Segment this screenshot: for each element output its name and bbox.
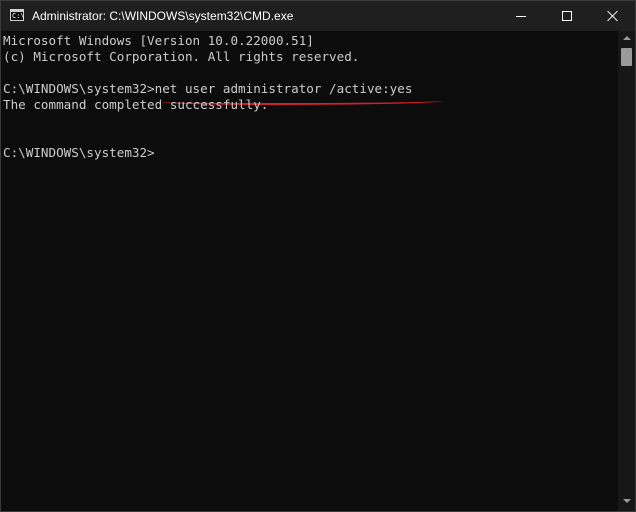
- scroll-up-arrow-icon[interactable]: [623, 36, 631, 40]
- console-line-version: Microsoft Windows [Version 10.0.22000.51…: [3, 33, 314, 48]
- console-line-result: The command completed successfully.: [3, 97, 269, 112]
- console-line-copyright: (c) Microsoft Corporation. All rights re…: [3, 49, 360, 64]
- close-button[interactable]: [590, 1, 635, 31]
- cmd-window: C:\ Administrator: C:\WINDOWS\system32\C…: [0, 0, 636, 512]
- cmd-icon-glyph: C:\: [12, 12, 25, 20]
- console-line-prompt[interactable]: C:\WINDOWS\system32>: [3, 145, 155, 161]
- window-title: Administrator: C:\WINDOWS\system32\CMD.e…: [32, 9, 294, 23]
- minimize-button[interactable]: [498, 1, 544, 31]
- minimize-icon: [516, 16, 526, 17]
- scroll-thumb[interactable]: [621, 48, 632, 66]
- maximize-icon: [562, 11, 572, 21]
- console-line-command: C:\WINDOWS\system32>net user administrat…: [3, 81, 413, 96]
- title-bar[interactable]: C:\ Administrator: C:\WINDOWS\system32\C…: [1, 1, 635, 31]
- close-icon: [607, 10, 619, 22]
- cmd-icon: C:\: [10, 9, 25, 21]
- scroll-down-arrow-icon[interactable]: [623, 499, 631, 503]
- console-output[interactable]: Microsoft Windows [Version 10.0.22000.51…: [1, 31, 618, 511]
- maximize-button[interactable]: [544, 1, 590, 31]
- vertical-scrollbar[interactable]: [618, 31, 635, 511]
